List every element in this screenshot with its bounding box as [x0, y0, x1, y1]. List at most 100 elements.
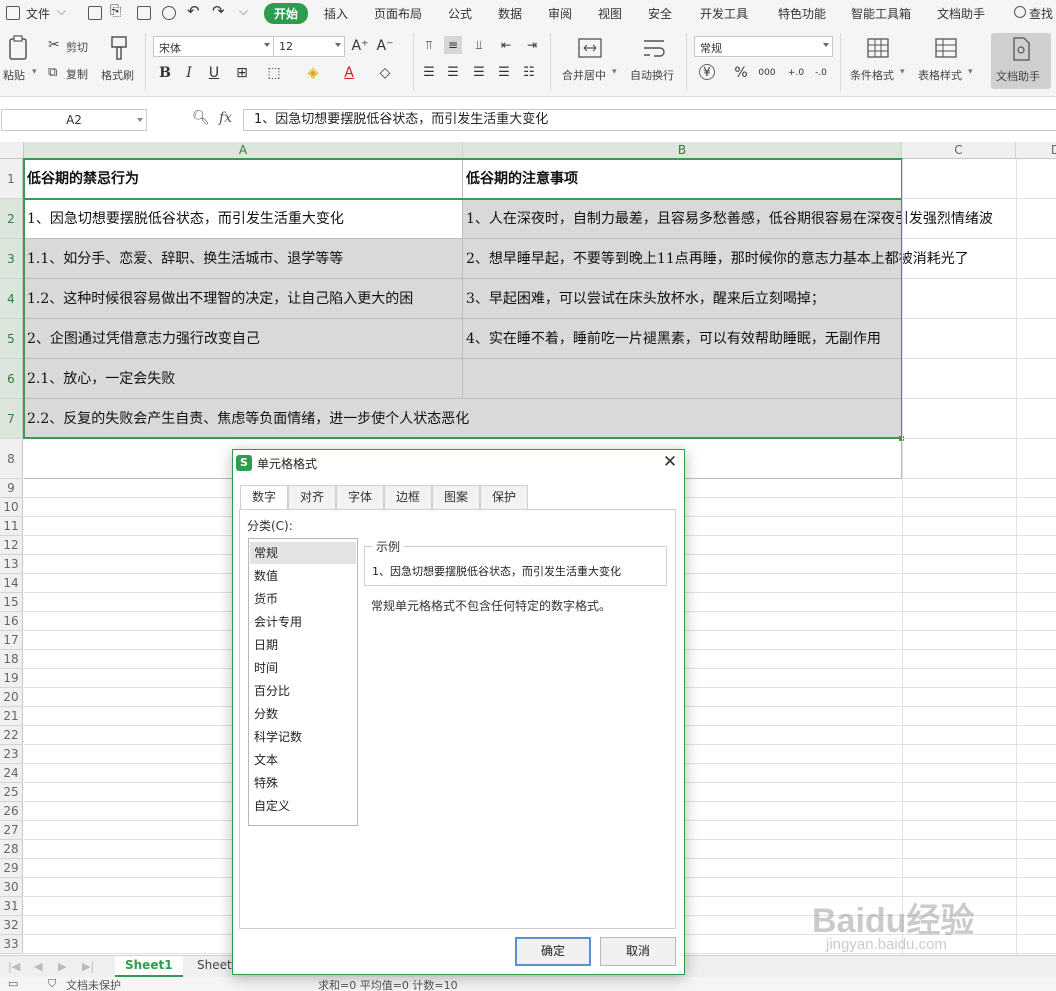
align-left-icon[interactable]: ☰ [420, 64, 438, 82]
customize-toolbar-chevron-icon[interactable]: ⌵ [239, 4, 248, 19]
row-header-17[interactable]: 17 [0, 631, 23, 650]
copy-icon[interactable]: ⧉ [48, 65, 57, 80]
format-painter-icon[interactable] [108, 35, 130, 61]
font-name-select[interactable]: 宋体 [153, 36, 274, 57]
wrap-text-button[interactable]: 自动换行 [630, 67, 674, 83]
file-menu-icon[interactable] [6, 6, 20, 20]
category-fraction[interactable]: 分数 [250, 703, 356, 725]
doc-helper-button[interactable]: 文档助手 [991, 33, 1051, 89]
fx-icon[interactable]: fx [219, 110, 232, 126]
row-header-1[interactable]: 1 [0, 159, 23, 199]
row-header-21[interactable]: 21 [0, 707, 23, 726]
row-header-30[interactable]: 30 [0, 878, 23, 897]
status-window-icon[interactable]: ▭ [8, 977, 18, 990]
bold-icon[interactable]: B [156, 64, 174, 82]
merge-chevron-icon[interactable]: ▾ [612, 67, 617, 77]
ok-button[interactable]: 确定 [515, 937, 591, 966]
cell-b1[interactable]: 低谷期的注意事项 [463, 159, 902, 199]
wrap-text-icon[interactable] [642, 37, 666, 59]
tab-formulas[interactable]: 公式 [448, 5, 472, 22]
number-format-select[interactable]: 常规 [694, 36, 833, 57]
column-header-d[interactable]: D [1016, 142, 1056, 159]
search-label[interactable]: 查找 [1029, 5, 1053, 22]
percent-format-icon[interactable]: % [732, 64, 750, 82]
category-special[interactable]: 特殊 [250, 772, 356, 794]
align-middle-icon[interactable]: ≡ [444, 36, 462, 54]
zoom-search-icon[interactable]: 🔍︎ [192, 110, 210, 126]
font-color-icon[interactable]: A [340, 64, 358, 82]
row-header-29[interactable]: 29 [0, 859, 23, 878]
row-header-33[interactable]: 33 [0, 935, 23, 954]
justify-icon[interactable]: ☰ [495, 64, 513, 82]
category-percentage[interactable]: 百分比 [250, 680, 356, 702]
row-header-32[interactable]: 32 [0, 916, 23, 935]
conditional-format-icon[interactable] [866, 37, 890, 59]
category-number[interactable]: 数值 [250, 565, 356, 587]
category-accounting[interactable]: 会计专用 [250, 611, 356, 633]
select-all-corner[interactable] [0, 142, 24, 159]
tab-home[interactable]: 开始 [264, 3, 309, 24]
row-header-13[interactable]: 13 [0, 555, 23, 574]
thousands-format-icon[interactable]: 000 [758, 64, 776, 82]
last-sheet-icon[interactable]: ▶| [82, 960, 94, 973]
row-header-22[interactable]: 22 [0, 726, 23, 745]
sheet-tab-sheet1[interactable]: Sheet1 [115, 956, 183, 977]
paste-chevron-icon[interactable]: ▾ [32, 67, 37, 77]
cancel-button[interactable]: 取消 [600, 937, 676, 966]
row-header-7[interactable]: 7 [0, 399, 23, 439]
row-header-19[interactable]: 19 [0, 669, 23, 688]
row-header-20[interactable]: 20 [0, 688, 23, 707]
category-time[interactable]: 时间 [250, 657, 356, 679]
undo-icon[interactable]: ↶ [187, 2, 200, 20]
cell-b2[interactable]: 1、人在深夜时，自制力最差，且容易多愁善感，低谷期很容易在深夜引发强烈情绪波 [463, 199, 993, 239]
cell-b5[interactable]: 4、实在睡不着，睡前吃一片褪黑素，可以有效帮助睡眠，无副作用 [463, 319, 902, 359]
row-header-12[interactable]: 12 [0, 536, 23, 555]
category-text[interactable]: 文本 [250, 749, 356, 771]
tab-alignment[interactable]: 对齐 [288, 485, 336, 509]
row-header-6[interactable]: 6 [0, 359, 23, 399]
row-header-26[interactable]: 26 [0, 802, 23, 821]
row-header-9[interactable]: 9 [0, 479, 23, 498]
cell-a5[interactable]: 2、企图通过凭借意志力强行改变自己 [24, 319, 463, 359]
tab-smart-toolbox[interactable]: 智能工具箱 [851, 5, 911, 22]
tab-insert[interactable]: 插入 [324, 5, 348, 22]
row-header-5[interactable]: 5 [0, 319, 23, 359]
tab-review[interactable]: 审阅 [548, 5, 572, 22]
prev-sheet-icon[interactable]: ◀ [34, 960, 42, 973]
row-header-24[interactable]: 24 [0, 764, 23, 783]
row-header-28[interactable]: 28 [0, 840, 23, 859]
category-list[interactable]: 常规 数值 货币 会计专用 日期 时间 百分比 分数 科学记数 文本 特殊 自定… [248, 538, 358, 826]
dialog-title-bar[interactable]: S 单元格格式 ✕ [233, 450, 684, 476]
merge-center-icon[interactable] [578, 37, 602, 59]
copy-button[interactable]: 复制 [66, 66, 88, 82]
cell-a1[interactable]: 低谷期的禁忌行为 [24, 159, 463, 199]
cell-b3[interactable]: 2、想早睡早起，不要等到晚上11点再睡，那时候你的意志力基本上都被消耗光了 [463, 239, 969, 279]
tab-security[interactable]: 安全 [648, 5, 672, 22]
underline-icon[interactable]: U [205, 64, 223, 82]
tab-doc-helper[interactable]: 文档助手 [937, 5, 985, 22]
paste-button[interactable]: 粘贴 [3, 67, 25, 83]
tab-pattern[interactable]: 图案 [432, 485, 480, 509]
protect-status[interactable]: 文档未保护 [66, 977, 121, 991]
row-header-11[interactable]: 11 [0, 517, 23, 536]
row-header-2[interactable]: 2 [0, 199, 23, 239]
tab-data[interactable]: 数据 [498, 5, 522, 22]
tab-view[interactable]: 视图 [598, 5, 622, 22]
cell-a4[interactable]: 1.2、这种时候很容易做出不理智的决定，让自己陷入更大的困 [24, 279, 463, 319]
row-header-18[interactable]: 18 [0, 650, 23, 669]
print-preview-icon[interactable] [162, 6, 176, 20]
row-header-8[interactable]: 8 [0, 439, 23, 479]
italic-icon[interactable]: I [180, 64, 198, 82]
save-icon[interactable] [88, 6, 102, 20]
scissors-icon[interactable]: ✂ [48, 37, 60, 53]
row-header-10[interactable]: 10 [0, 498, 23, 517]
font-size-select[interactable]: 12 [273, 36, 345, 57]
increase-decimal-icon[interactable]: +.0 [785, 64, 807, 82]
category-currency[interactable]: 货币 [250, 588, 356, 610]
close-icon[interactable]: ✕ [661, 453, 679, 471]
category-scientific[interactable]: 科学记数 [250, 726, 356, 748]
table-style-icon[interactable] [934, 37, 958, 59]
tab-font[interactable]: 字体 [336, 485, 384, 509]
cell-a3[interactable]: 1.1、如分手、恋爱、辞职、换生活城市、退学等等 [24, 239, 463, 279]
file-menu-chevron-icon[interactable]: ⌵ [57, 4, 66, 19]
